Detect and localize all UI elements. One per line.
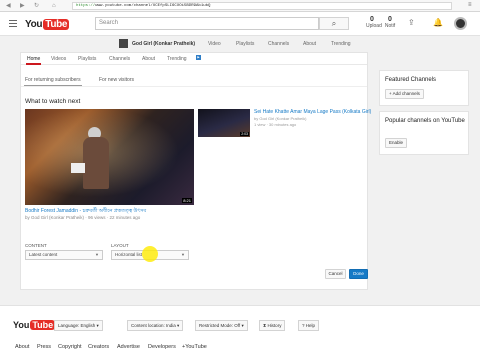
notification-count[interactable]: 0 Notif [384,16,396,31]
tab-about[interactable]: About [142,56,155,62]
featured-duration: 8:21 [182,198,192,203]
chnav-trending[interactable]: Trending [331,41,351,47]
channel-customize-panel: Home Videos Playlists Channels About Tre… [20,52,371,290]
restricted-mode-button[interactable]: Restricted Mode: Off ▾ [195,320,248,331]
history-button[interactable]: ⧗ History [259,320,286,331]
location-button[interactable]: Content location: India ▾ [127,320,184,331]
visitor-subtabs: For returning subscribers For new visito… [21,73,367,87]
account-avatar[interactable] [454,17,467,30]
history-icon: ⧗ [263,323,267,328]
popular-channels-card: Popular channels on YouTube Enable [379,111,469,155]
masthead: You Tube Search ⌕ 0 Upload 0 Notif ⇪ 🔔 [0,12,480,36]
done-button[interactable]: Done [349,269,368,279]
search-icon: ⌕ [331,19,337,28]
popular-channels-title: Popular channels on YouTube [385,118,465,124]
history-label: History [267,323,282,328]
forward-icon[interactable]: ▶ [20,3,25,9]
footer-youtube-logo[interactable]: You Tube [13,320,56,330]
tab-trending[interactable]: Trending [167,56,187,62]
chevron-down-icon: ▼ [181,252,185,257]
enable-button[interactable]: Enable [385,138,408,148]
browser-address-bar: ◀ ▶ ↻ ⌂ https://www.youtube.com/channel/… [0,0,480,12]
guide-menu-icon[interactable] [9,20,17,27]
layout-select-value: Horizontal list [115,252,143,257]
footer: You Tube Language: English ▾ Content loca… [0,305,480,360]
search-input[interactable]: Search [95,17,319,30]
share-icon[interactable]: ⇪ [408,18,415,27]
upload-count-label: Upload [366,23,382,29]
footer-logo-tube: Tube [30,320,56,330]
tab-videos[interactable]: Videos [51,56,66,62]
featured-video-thumbnail[interactable]: 8:21 [25,109,194,205]
chnav-video[interactable]: Video [208,41,221,47]
footer-link-about[interactable]: About [15,344,29,350]
channel-nav: God Girl (Konkar Pratheik) Video Playlis… [106,36,368,52]
notification-count-label: Notif [384,23,396,29]
footer-link-copyright[interactable]: Copyright [58,344,82,350]
content-select[interactable]: Latest content ▼ [25,250,103,260]
footer-link-developers[interactable]: Developers [148,344,176,350]
help-label: Help [305,323,316,328]
subtab-returning[interactable]: For returning subscribers [24,77,82,86]
search-button[interactable]: ⌕ [319,17,349,30]
side-video-channel: by God Girl (Konkar Pratheik) [254,116,307,121]
url-path: www.youtube.com/channel/UCEfpSLI6CXOi5BD… [95,4,211,8]
chevron-down-icon: ▼ [95,252,99,257]
trending-icon: ▶ [196,55,201,60]
browser-menu-icon[interactable]: ≡ [468,2,472,8]
mouse-cursor-highlight [142,246,158,262]
logo-tube: Tube [43,18,70,30]
footer-link-press[interactable]: Press [37,344,51,350]
side-video-meta: 1 view · 30 minutes ago [254,122,297,127]
location-label: Content location: India [131,323,176,328]
side-video-title[interactable]: Sei Hate Khatte Amar Maya Lage Pass (Kol… [254,109,371,115]
channel-name[interactable]: God Girl (Konkar Pratheik) [132,41,195,47]
reload-icon[interactable]: ↻ [34,3,39,9]
restricted-label: Restricted Mode: Off [199,323,241,328]
side-video-thumbnail[interactable]: 2:03 [198,109,250,137]
home-icon[interactable]: ⌂ [52,3,56,9]
footer-link-creators[interactable]: Creators [88,344,109,350]
content-label: CONTENT [25,243,47,248]
tab-home[interactable]: Home [25,56,42,65]
subtab-new-visitors[interactable]: For new visitors [99,77,134,83]
footer-logo-you: You [13,320,30,330]
youtube-logo[interactable]: You Tube [25,17,70,31]
chnav-playlists[interactable]: Playlists [236,41,254,47]
logo-you: You [25,18,43,30]
paper-sheet [71,163,85,173]
language-button[interactable]: Language: English ▾ [54,320,103,331]
channel-tabs: Home Videos Playlists Channels About Tre… [21,53,367,65]
content-select-value: Latest content [29,252,58,257]
tab-channels[interactable]: Channels [109,56,130,62]
side-duration: 2:03 [240,132,249,136]
language-label: Language: English [58,323,96,328]
tab-playlists[interactable]: Playlists [78,56,96,62]
help-button[interactable]: ? Help [298,320,320,331]
featured-channels-card: Featured Channels + Add channels [379,70,469,106]
chnav-channels[interactable]: Channels [268,41,289,47]
featured-channels-title: Featured Channels [385,77,437,83]
layout-label: LAYOUT [111,243,129,248]
back-icon[interactable]: ◀ [6,3,11,9]
featured-video-meta: by God Girl (Konkar Pratheik) · 96 views… [25,215,141,220]
footer-link-plus-youtube[interactable]: +YouTube [182,344,207,350]
section-title: What to watch next [25,98,81,105]
url-field[interactable]: https://www.youtube.com/channel/UCEfpSLI… [72,2,452,10]
chnav-about[interactable]: About [303,41,316,47]
singer-figure [83,137,109,189]
cancel-button[interactable]: Cancel [325,269,346,279]
stage-light [25,109,194,205]
url-scheme: https:// [76,4,96,8]
help-icon: ? [302,323,305,328]
footer-link-advertise[interactable]: Advertise [117,344,140,350]
upload-count[interactable]: 0 Upload [366,16,382,31]
add-channels-button[interactable]: + Add channels [385,89,424,99]
channel-avatar[interactable] [119,39,128,48]
bell-icon[interactable]: 🔔 [433,18,443,27]
